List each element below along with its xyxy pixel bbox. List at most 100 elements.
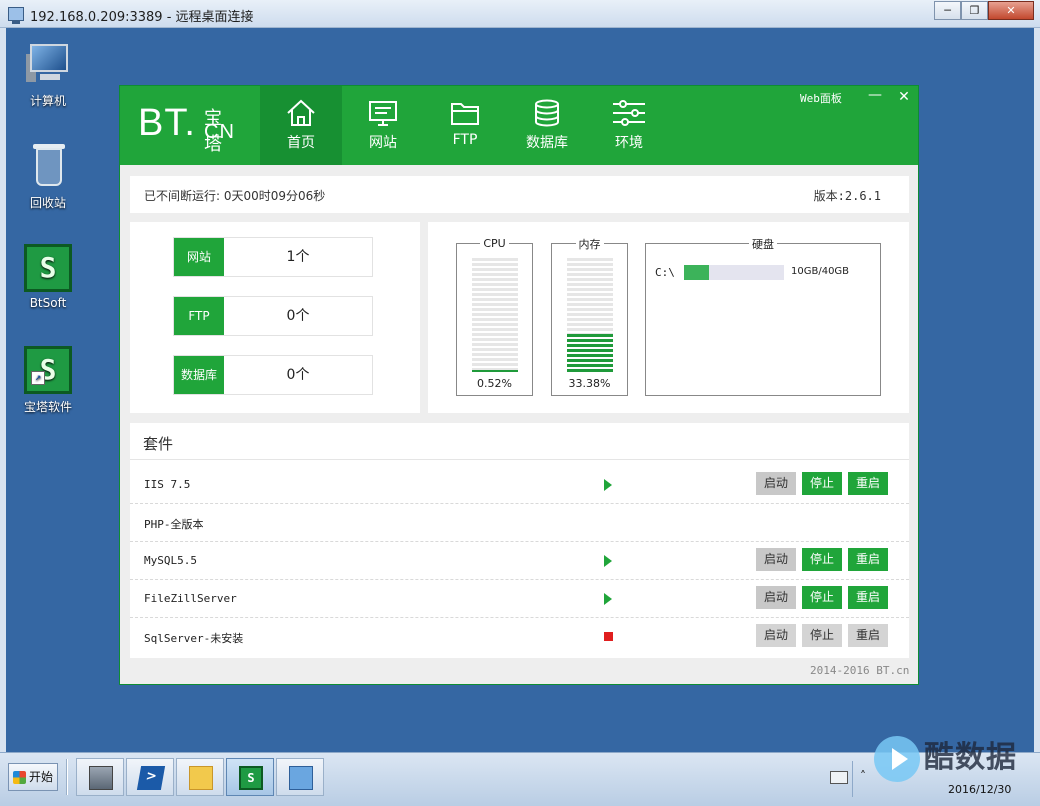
nav-website-label: 网站	[369, 135, 397, 151]
nav-website[interactable]: 网站	[342, 86, 424, 165]
explorer-folder-icon	[189, 766, 213, 790]
start-label: 开始	[29, 770, 54, 784]
rdp-window-title: 192.168.0.209:3389 - 远程桌面连接	[30, 10, 254, 25]
bt-minimize-button[interactable]: —	[861, 86, 889, 108]
watermark-text: 酷数据	[924, 740, 1017, 775]
powershell-icon: >	[136, 766, 166, 790]
nav-environment-label: 环境	[615, 135, 643, 151]
uptime-text: 已不间断运行: 0天00时09分06秒	[144, 189, 326, 203]
suite-row-sqlserver: SqlServer-未安装 启动 停止 重启	[130, 618, 909, 656]
minimize-button[interactable]: ─	[934, 1, 961, 20]
disk-usage-fill	[684, 265, 709, 280]
restart-button[interactable]: 重启	[848, 624, 888, 647]
stat-tag: FTP	[174, 297, 224, 335]
desktop-icon-label: 宝塔软件	[23, 400, 72, 414]
restart-button[interactable]: 重启	[848, 548, 888, 571]
disk-drive-label: C:\	[655, 266, 675, 279]
suite-row-iis: IIS 7.5 启动 停止 重启	[130, 466, 909, 504]
start-button[interactable]: 启动	[756, 548, 796, 571]
resource-card: CPU 0.52% 内存 33.38% 硬盘 C:\ 10GB/40GB	[428, 222, 909, 413]
taskbar-powershell[interactable]: >	[126, 758, 174, 796]
nav-environment[interactable]: 环境	[588, 86, 670, 165]
close-icon: ✕	[898, 89, 910, 105]
stop-button[interactable]: 停止	[802, 586, 842, 609]
rdp-titlebar[interactable]: 192.168.0.209:3389 - 远程桌面连接 ─ ❐ ✕	[0, 0, 1040, 28]
desktop-icon-label: 计算机	[29, 94, 66, 108]
suite-row-mysql: MySQL5.5 启动 停止 重启	[130, 542, 909, 580]
copyright-text: 2014-2016 BT.cn	[810, 664, 910, 677]
taskbar-server-manager[interactable]	[76, 758, 124, 796]
cpu-meter-fill	[472, 369, 518, 372]
stat-database[interactable]: 数据库 0个	[173, 355, 373, 395]
nav-database[interactable]: 数据库	[506, 86, 588, 165]
taskbar-control-panel[interactable]	[276, 758, 324, 796]
stop-button[interactable]: 停止	[802, 624, 842, 647]
status-bar: 已不间断运行: 0天00时09分06秒 版本:2.6.1	[130, 176, 909, 213]
stop-button[interactable]: 停止	[802, 472, 842, 495]
start-button[interactable]: 启动	[756, 624, 796, 647]
running-status-icon	[604, 555, 612, 567]
start-button[interactable]: 启动	[756, 586, 796, 609]
restore-button[interactable]: ❐	[961, 1, 988, 20]
stat-value: 1个	[286, 249, 310, 265]
stat-tag: 网站	[174, 238, 224, 276]
sliders-icon	[613, 100, 645, 126]
nav-home-label: 首页	[287, 135, 315, 151]
disk-gauge: 硬盘 C:\ 10GB/40GB	[645, 238, 881, 396]
nav-ftp[interactable]: FTP	[424, 86, 506, 165]
suite-name: IIS 7.5	[144, 478, 191, 491]
nav-database-label: 数据库	[526, 135, 568, 151]
database-icon	[535, 99, 559, 127]
logo-bt-text: BT.	[138, 102, 196, 144]
minimize-icon: —	[868, 87, 882, 103]
overview-stats-card: 网站 1个 FTP 0个 数据库 0个	[130, 222, 420, 413]
restart-button[interactable]: 重启	[848, 586, 888, 609]
bt-close-button[interactable]: ✕	[890, 86, 918, 108]
remote-desktop-icon	[8, 7, 24, 24]
desktop-icon-btsoft[interactable]: S BtSoft	[10, 244, 86, 310]
close-button[interactable]: ✕	[988, 1, 1034, 20]
stopped-status-icon	[604, 632, 613, 641]
monitor-icon	[369, 101, 397, 126]
restart-button[interactable]: 重启	[848, 472, 888, 495]
shortcut-arrow-icon: ↗	[31, 371, 45, 385]
disk-usage-bar	[684, 265, 784, 280]
bt-software-shortcut-icon: S ↗	[24, 346, 72, 394]
remote-desktop-window: 192.168.0.209:3389 - 远程桌面连接 ─ ❐ ✕ 计算机 回收…	[0, 0, 1040, 806]
disk-usage-text: 10GB/40GB	[791, 266, 850, 277]
cpu-percent: 0.52%	[477, 377, 512, 390]
stat-website[interactable]: 网站 1个	[173, 237, 373, 277]
start-button[interactable]: 开始	[8, 763, 58, 791]
taskbar-btsoft[interactable]: S	[226, 758, 274, 796]
cpu-meter	[472, 258, 518, 372]
nav-home[interactable]: 首页	[260, 86, 342, 165]
desktop-icon-computer[interactable]: 计算机	[10, 40, 86, 109]
taskbar-explorer[interactable]	[176, 758, 224, 796]
suite-row-filezilla: FileZillServer 启动 停止 重启	[130, 580, 909, 618]
memory-percent: 33.38%	[568, 377, 611, 390]
desktop-icon-label: BtSoft	[29, 296, 67, 310]
keyboard-icon[interactable]	[830, 771, 848, 784]
bt-panel-window: BT. 宝塔 CN 首页 网站 FTP 数据库 环境 Web面板 — ✕ 已不间…	[119, 85, 919, 685]
desktop-icon-label: 回收站	[29, 196, 66, 210]
bt-header: BT. 宝塔 CN 首页 网站 FTP 数据库 环境 Web面板 — ✕	[120, 86, 918, 165]
stat-ftp[interactable]: FTP 0个	[173, 296, 373, 336]
disk-gauge-title: 硬盘	[749, 238, 777, 251]
show-hidden-icons-button[interactable]: ˄	[860, 769, 866, 783]
cpu-gauge: CPU 0.52%	[456, 237, 533, 396]
version-text: 版本:2.6.1	[813, 189, 881, 203]
suite-name: SqlServer-未安装	[144, 632, 244, 645]
memory-meter	[567, 258, 613, 372]
stop-button[interactable]: 停止	[802, 548, 842, 571]
desktop-icon-bt-software[interactable]: S ↗ 宝塔软件	[10, 346, 86, 415]
logo-cn-suffix: CN	[204, 121, 235, 143]
start-button[interactable]: 启动	[756, 472, 796, 495]
suite-name: PHP-全版本	[144, 518, 204, 531]
memory-gauge-title: 内存	[575, 238, 604, 251]
home-icon	[287, 99, 315, 126]
close-icon: ✕	[1006, 4, 1016, 17]
watermark: 酷数据	[870, 730, 1020, 790]
nav-ftp-label: FTP	[452, 132, 478, 148]
memory-meter-fill	[567, 333, 613, 372]
desktop-icon-recycle-bin[interactable]: 回收站	[10, 142, 86, 211]
